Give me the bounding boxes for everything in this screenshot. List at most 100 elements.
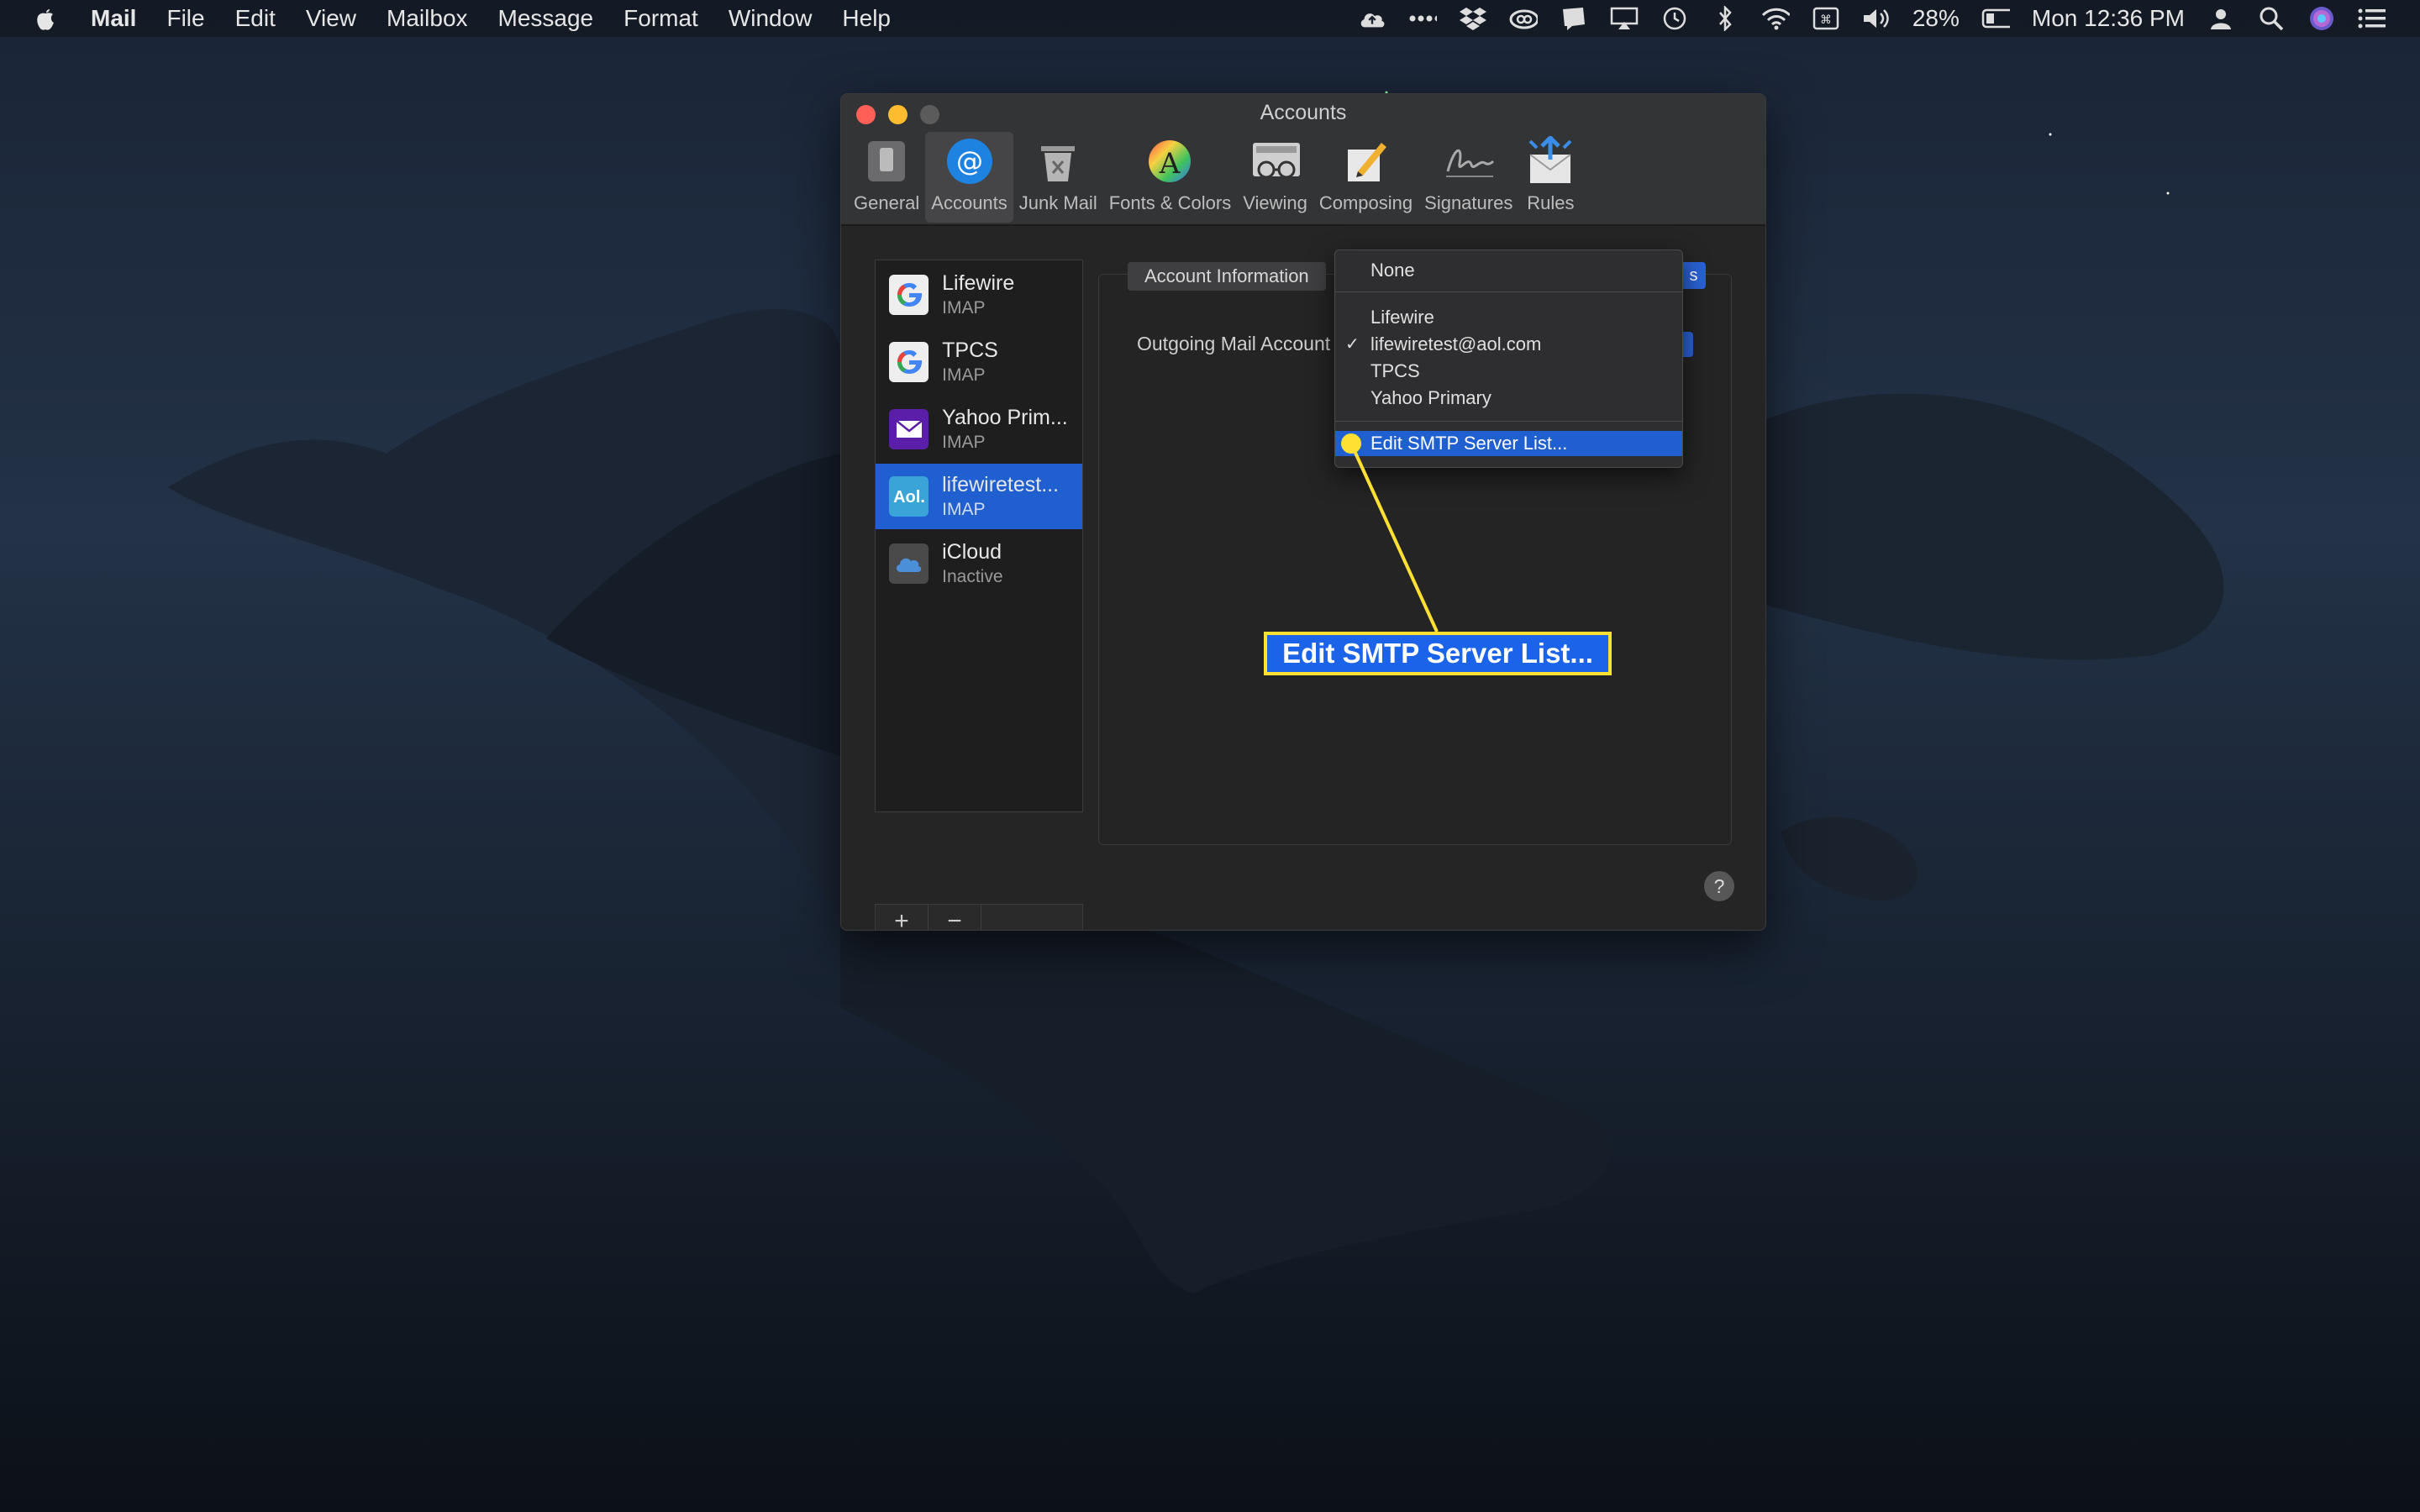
account-name: iCloud: [942, 540, 1002, 564]
tab-accounts-label: Accounts: [931, 192, 1007, 213]
tab-fonts-colors-label: Fonts & Colors: [1108, 192, 1232, 213]
remove-account-button[interactable]: −: [929, 905, 981, 930]
signature-icon: [1443, 135, 1495, 187]
menu-item-lifewire[interactable]: Lifewire: [1335, 305, 1682, 330]
tab-rules[interactable]: Rules: [1518, 132, 1582, 223]
menu-item-label: lifewiretest@aol.com: [1370, 333, 1542, 354]
menu-item-tpcs[interactable]: TPCS: [1335, 359, 1682, 384]
menu-format[interactable]: Format: [623, 5, 698, 32]
user-icon[interactable]: [2207, 6, 2235, 31]
tab-composing[interactable]: Composing: [1313, 132, 1418, 223]
account-list-controls: + −: [875, 904, 1083, 930]
list-item-account-yahoo[interactable]: Yahoo Prim... IMAP: [876, 396, 1082, 462]
menu-mailbox[interactable]: Mailbox: [387, 5, 467, 32]
clock[interactable]: Mon 12:36 PM: [2032, 5, 2185, 32]
airplay-icon[interactable]: [1610, 6, 1639, 31]
rules-icon: [1524, 135, 1576, 187]
account-type: IMAP: [942, 500, 986, 519]
notification-icon[interactable]: [1560, 6, 1588, 31]
spotlight-search-icon[interactable]: [2257, 6, 2286, 31]
creative-cloud-icon[interactable]: [1509, 6, 1538, 31]
menu-edit[interactable]: Edit: [235, 5, 276, 32]
volume-icon[interactable]: [1862, 6, 1891, 31]
status-area: ⌘ 28% Mon 12:36 PM: [1358, 0, 2386, 37]
yahoo-mail-icon: [889, 409, 929, 449]
battery-icon[interactable]: [1981, 6, 2010, 31]
account-name: TPCS: [942, 339, 998, 362]
outgoing-mail-account-popup[interactable]: [1681, 332, 1693, 357]
tab-account-information[interactable]: Account Information: [1128, 262, 1326, 291]
keyboard-shortcut-icon[interactable]: ⌘: [1812, 6, 1840, 31]
notification-center-icon[interactable]: [2358, 6, 2386, 31]
help-button[interactable]: ?: [1704, 871, 1734, 901]
color-wheel-icon: A: [1144, 135, 1196, 187]
tab-junk-mail-label: Junk Mail: [1018, 192, 1097, 213]
tab-composing-label: Composing: [1318, 192, 1413, 213]
window-title: Accounts: [1260, 101, 1347, 124]
menu-file[interactable]: File: [166, 5, 204, 32]
menu-window[interactable]: Window: [729, 5, 813, 32]
tab-junk-mail[interactable]: Junk Mail: [1013, 132, 1103, 223]
add-account-button[interactable]: +: [876, 905, 929, 930]
list-item-account-icloud[interactable]: iCloud Inactive: [876, 531, 1082, 596]
account-type: IMAP: [942, 433, 986, 452]
tab-general[interactable]: General: [848, 132, 925, 223]
outgoing-account-dropdown-menu: None Lifewire ✓ lifewiretest@aol.com TPCS…: [1334, 249, 1683, 468]
wifi-icon[interactable]: [1761, 6, 1790, 31]
time-machine-icon[interactable]: [1660, 6, 1689, 31]
account-name: lifewiretest...: [942, 473, 1060, 496]
menu-message[interactable]: Message: [498, 5, 594, 32]
more-dots-icon[interactable]: [1408, 6, 1437, 31]
list-item-account-tpcs[interactable]: TPCS IMAP: [876, 329, 1082, 395]
google-icon: [889, 342, 929, 382]
account-type: Inactive: [942, 567, 1003, 586]
window-titlebar: Accounts General @ Accounts Junk Mail A …: [841, 94, 1765, 226]
menu-item-yahoo-primary[interactable]: Yahoo Primary: [1335, 386, 1682, 411]
preferences-toolbar: General @ Accounts Junk Mail A Fonts & C…: [848, 132, 1582, 224]
apple-menu-icon[interactable]: [32, 3, 59, 34]
account-name: Lifewire: [942, 271, 1015, 295]
menu-bar: Mail File Edit View Mailbox Message Form…: [0, 0, 2420, 37]
tab-viewing[interactable]: Viewing: [1237, 132, 1313, 223]
accounts-list[interactable]: Lifewire IMAP TPCS IMAP Yahoo Prim... IMAP …: [875, 260, 1083, 812]
at-icon: @: [944, 135, 996, 187]
tab-viewing-label: Viewing: [1243, 192, 1307, 213]
menu-app-mail[interactable]: Mail: [91, 5, 136, 32]
general-icon: [860, 135, 913, 187]
list-item-account-lifewire[interactable]: Lifewire IMAP: [876, 262, 1082, 328]
menu-item-label: Lifewire: [1370, 307, 1434, 328]
outgoing-mail-account-label: Outgoing Mail Account: [1137, 333, 1331, 354]
annotation-label: Edit SMTP Server List...: [1264, 632, 1612, 675]
tab-accounts[interactable]: @ Accounts: [925, 132, 1013, 223]
menu-item-none[interactable]: None: [1335, 258, 1682, 283]
tab-server-settings-partial[interactable]: s: [1681, 262, 1706, 289]
svg-text:⌘: ⌘: [1820, 13, 1832, 27]
menu-view[interactable]: View: [306, 5, 356, 32]
annotation-marker-dot: [1341, 433, 1361, 454]
tab-general-label: General: [854, 192, 920, 213]
battery-percentage: 28%: [1912, 5, 1960, 31]
list-item-account-aol[interactable]: Aol. lifewiretest... IMAP: [876, 464, 1082, 529]
tab-rules-label: Rules: [1527, 192, 1575, 213]
pencil-icon: [1340, 135, 1392, 187]
dropbox-icon[interactable]: [1459, 6, 1487, 31]
aol-icon: Aol.: [889, 476, 929, 517]
menu-item-label: TPCS: [1370, 360, 1420, 381]
checkmark-icon: ✓: [1345, 335, 1360, 354]
cloud-upload-icon[interactable]: [1358, 6, 1386, 31]
svg-text:Aol.: Aol.: [893, 488, 925, 507]
menu-help[interactable]: Help: [842, 5, 891, 32]
menu-item-lifewiretest-aol[interactable]: ✓ lifewiretest@aol.com: [1335, 332, 1682, 357]
svg-text:A: A: [1159, 147, 1181, 181]
tab-fonts-colors[interactable]: A Fonts & Colors: [1103, 132, 1238, 223]
account-type: IMAP: [942, 365, 986, 385]
menu-item-edit-smtp-server-list[interactable]: Edit SMTP Server List...: [1335, 431, 1682, 456]
tab-signatures[interactable]: Signatures: [1418, 132, 1518, 223]
tab-signatures-label: Signatures: [1424, 192, 1513, 213]
glasses-icon: [1249, 135, 1302, 187]
bluetooth-icon[interactable]: [1711, 6, 1739, 31]
siri-icon[interactable]: [2307, 6, 2336, 31]
menu-item-label: Yahoo Primary: [1370, 387, 1491, 408]
accounts-preferences-window: Accounts General @ Accounts Junk Mail A …: [840, 93, 1766, 931]
icloud-icon: [889, 543, 929, 584]
